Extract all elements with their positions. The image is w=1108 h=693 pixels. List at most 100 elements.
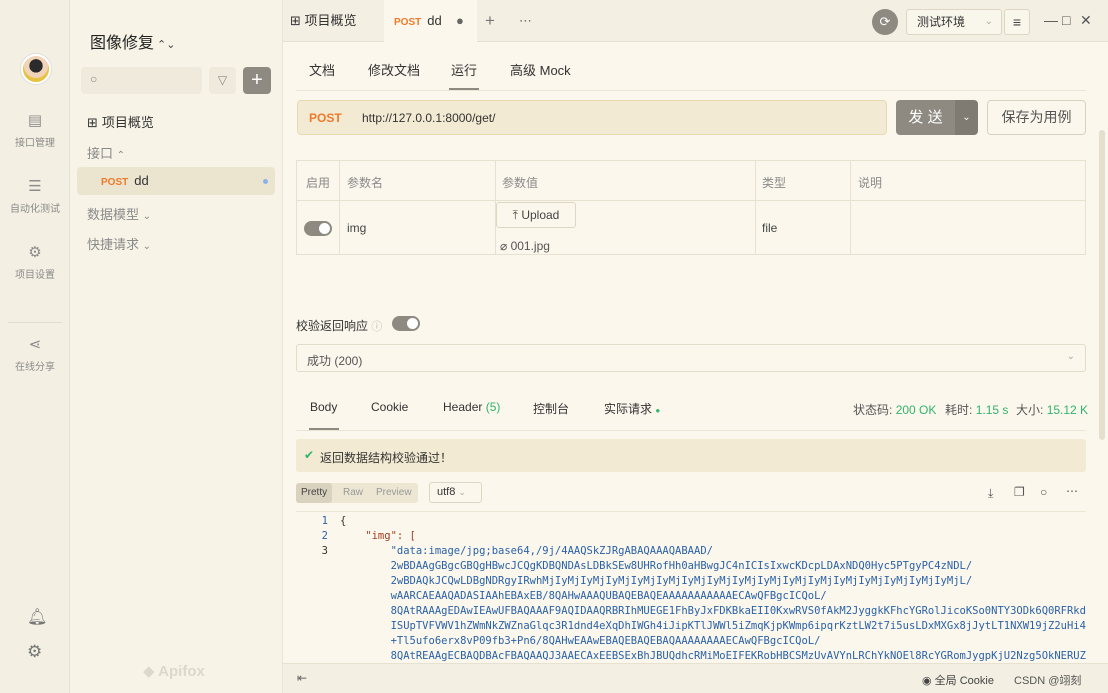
tab-body[interactable]: Body <box>310 400 337 414</box>
method-badge: POST <box>101 177 129 188</box>
api-icon: ▤ <box>27 112 43 129</box>
save-as-case-button[interactable]: 保存为用例 <box>987 100 1086 135</box>
search-icon[interactable]: ○ <box>1040 485 1047 499</box>
tab-project-overview[interactable]: ⊞ 项目概览 <box>290 0 357 42</box>
unsaved-dot-icon[interactable]: ● <box>456 0 464 42</box>
tree-endpoint-dd[interactable]: POST dd <box>101 173 149 188</box>
filter-button[interactable]: ▽ <box>209 67 236 94</box>
subtab-advanced-mock[interactable]: 高级 Mock <box>510 60 571 79</box>
notification-bell-icon[interactable]: 🔔︎ <box>27 607 47 627</box>
code-line: "img": [ <box>340 530 416 542</box>
project-title[interactable]: 图像修复 ⌃⌄ <box>90 29 175 53</box>
validate-label-text: 校验返回响应 <box>296 319 369 333</box>
encoding-value: utf8 <box>437 486 456 498</box>
size-value: 15.12 K <box>1046 403 1089 417</box>
copy-icon[interactable]: ❐ <box>1014 485 1025 499</box>
format-pretty[interactable]: Pretty <box>296 483 333 503</box>
upload-button[interactable]: ⤒ Upload <box>496 202 576 228</box>
more-tabs-icon[interactable]: ⋯ <box>519 0 532 42</box>
global-cookie-label: 全局 Cookie <box>934 675 994 687</box>
status-dot: ● <box>655 406 661 415</box>
chevron-down-icon: ⌄ <box>962 112 971 123</box>
hamburger-menu-button[interactable]: ≡ <box>1004 9 1030 35</box>
maximize-icon[interactable]: □ <box>1062 12 1070 28</box>
help-icon[interactable]: ⓘ <box>371 321 382 333</box>
response-time: 耗时: 1.15 s <box>945 401 1008 418</box>
subtab-docs[interactable]: 文档 <box>309 60 335 79</box>
icon-rail: ▤ 接口管理 ☰ 自动化测试 ⚙ 项目设置 ⋖ 在线分享 🔔︎ ⚙ <box>0 0 70 693</box>
tree-item-overview[interactable]: ⊞ 项目概览 <box>87 112 154 131</box>
environment-select[interactable]: 测试环境 ⌄ <box>906 9 1002 35</box>
search-input[interactable]: ○ <box>81 67 202 94</box>
param-name[interactable]: img <box>347 221 366 235</box>
response-body-editor[interactable]: 1 2 3 { "img": [ "data:image/jpg;base64,… <box>296 511 1086 663</box>
rail-item-automation[interactable]: ☰ 自动化测试 <box>0 178 70 215</box>
subtab-run[interactable]: 运行 <box>451 60 477 79</box>
more-icon[interactable]: ⋯ <box>1066 484 1078 498</box>
divider <box>296 430 1086 431</box>
add-button[interactable]: + <box>243 67 271 94</box>
settings-gear-icon[interactable]: ⚙ <box>27 642 42 662</box>
new-tab-plus-icon[interactable]: + <box>485 0 495 42</box>
search-icon: ○ <box>90 72 98 86</box>
chevron-up-icon: ⌃ <box>116 150 126 161</box>
table-header <box>297 161 1085 201</box>
rail-item-share[interactable]: ⋖ 在线分享 <box>0 336 70 373</box>
tab-header[interactable]: Header (5) <box>443 400 500 414</box>
tab-console[interactable]: 控制台 <box>533 400 569 417</box>
response-select[interactable]: 成功 (200) ⌄ <box>296 344 1086 372</box>
send-options-button[interactable]: ⌄ <box>955 100 978 135</box>
close-icon[interactable]: ✕ <box>1080 12 1092 29</box>
validate-toggle[interactable] <box>392 316 420 331</box>
code-line: "data:image/jpg;base64,/9j/4AAQSkZJRgABA… <box>340 545 713 557</box>
plus-icon: + <box>251 69 263 91</box>
column-divider <box>339 161 340 254</box>
apifox-logo: ◆ Apifox <box>143 663 205 680</box>
method-select[interactable]: POST <box>309 111 342 125</box>
tree-folder-quick-requests[interactable]: 快捷请求 ⌄ <box>87 234 151 253</box>
time-value: 1.15 s <box>975 403 1009 417</box>
tree-folder-data-models[interactable]: 数据模型 ⌄ <box>87 204 151 223</box>
minimize-icon[interactable]: — <box>1044 12 1058 28</box>
tree-folder-label: 接口 <box>87 146 114 161</box>
tab-post-dd[interactable]: POST dd <box>394 0 442 42</box>
scrollbar[interactable] <box>1099 130 1105 440</box>
tab-label: 实际请求 <box>604 402 653 416</box>
sync-button[interactable]: ⟳ <box>872 9 898 35</box>
upload-label: Upload <box>521 208 560 222</box>
tab-cookie[interactable]: Cookie <box>371 400 408 414</box>
line-number: 1 <box>321 515 328 527</box>
cookie-icon: ◉ <box>922 675 932 687</box>
validation-pass-banner: ✔ 返回数据结构校验通过！ <box>296 439 1086 472</box>
param-type[interactable]: file <box>762 221 777 235</box>
tree-folder-label: 数据模型 <box>87 207 140 222</box>
rail-item-api[interactable]: ▤ 接口管理 <box>0 112 70 149</box>
column-header: 参数值 <box>502 176 539 190</box>
active-tab-indicator <box>449 88 479 90</box>
global-cookie-button[interactable]: ◉ 全局 Cookie <box>922 672 994 688</box>
rail-item-label: 接口管理 <box>15 138 55 149</box>
avatar[interactable] <box>21 54 51 84</box>
url-input[interactable]: http://127.0.0.1:8000/get/ <box>362 111 495 125</box>
send-button[interactable]: 发 送 <box>896 100 955 135</box>
tree-folder-interfaces[interactable]: 接口 ⌃ <box>87 143 125 162</box>
tree-item-label: 项目概览 <box>101 115 154 130</box>
rail-item-project-settings[interactable]: ⚙ 项目设置 <box>0 244 70 281</box>
format-raw[interactable]: Raw <box>338 483 368 503</box>
code-line: 8QAtRAAAgEDAwIEAwUFBAQAAAF9AQIDAAQRBRIhM… <box>340 605 1086 617</box>
status-code: 状态码: 200 OK <box>853 401 936 418</box>
download-icon[interactable]: ⤓ <box>988 486 993 501</box>
attached-file[interactable]: ⌀ 001.jpg <box>500 239 550 253</box>
file-name: 001.jpg <box>510 239 550 253</box>
subtab-edit-docs[interactable]: 修改文档 <box>368 60 420 79</box>
tab-actual-request[interactable]: 实际请求 ● <box>604 400 660 417</box>
status-value: 200 OK <box>895 403 937 417</box>
collapse-sidebar-icon[interactable]: ⇤ <box>297 671 307 685</box>
pass-message: 返回数据结构校验通过！ <box>320 451 453 465</box>
format-preview[interactable]: Preview <box>371 483 417 503</box>
url-bar[interactable]: POST http://127.0.0.1:8000/get/ <box>297 100 887 135</box>
encoding-select[interactable]: utf8 ⌄ <box>429 482 482 503</box>
tree-folder-label: 快捷请求 <box>87 237 140 252</box>
unsaved-dot <box>263 179 268 184</box>
enable-toggle[interactable] <box>304 221 332 236</box>
